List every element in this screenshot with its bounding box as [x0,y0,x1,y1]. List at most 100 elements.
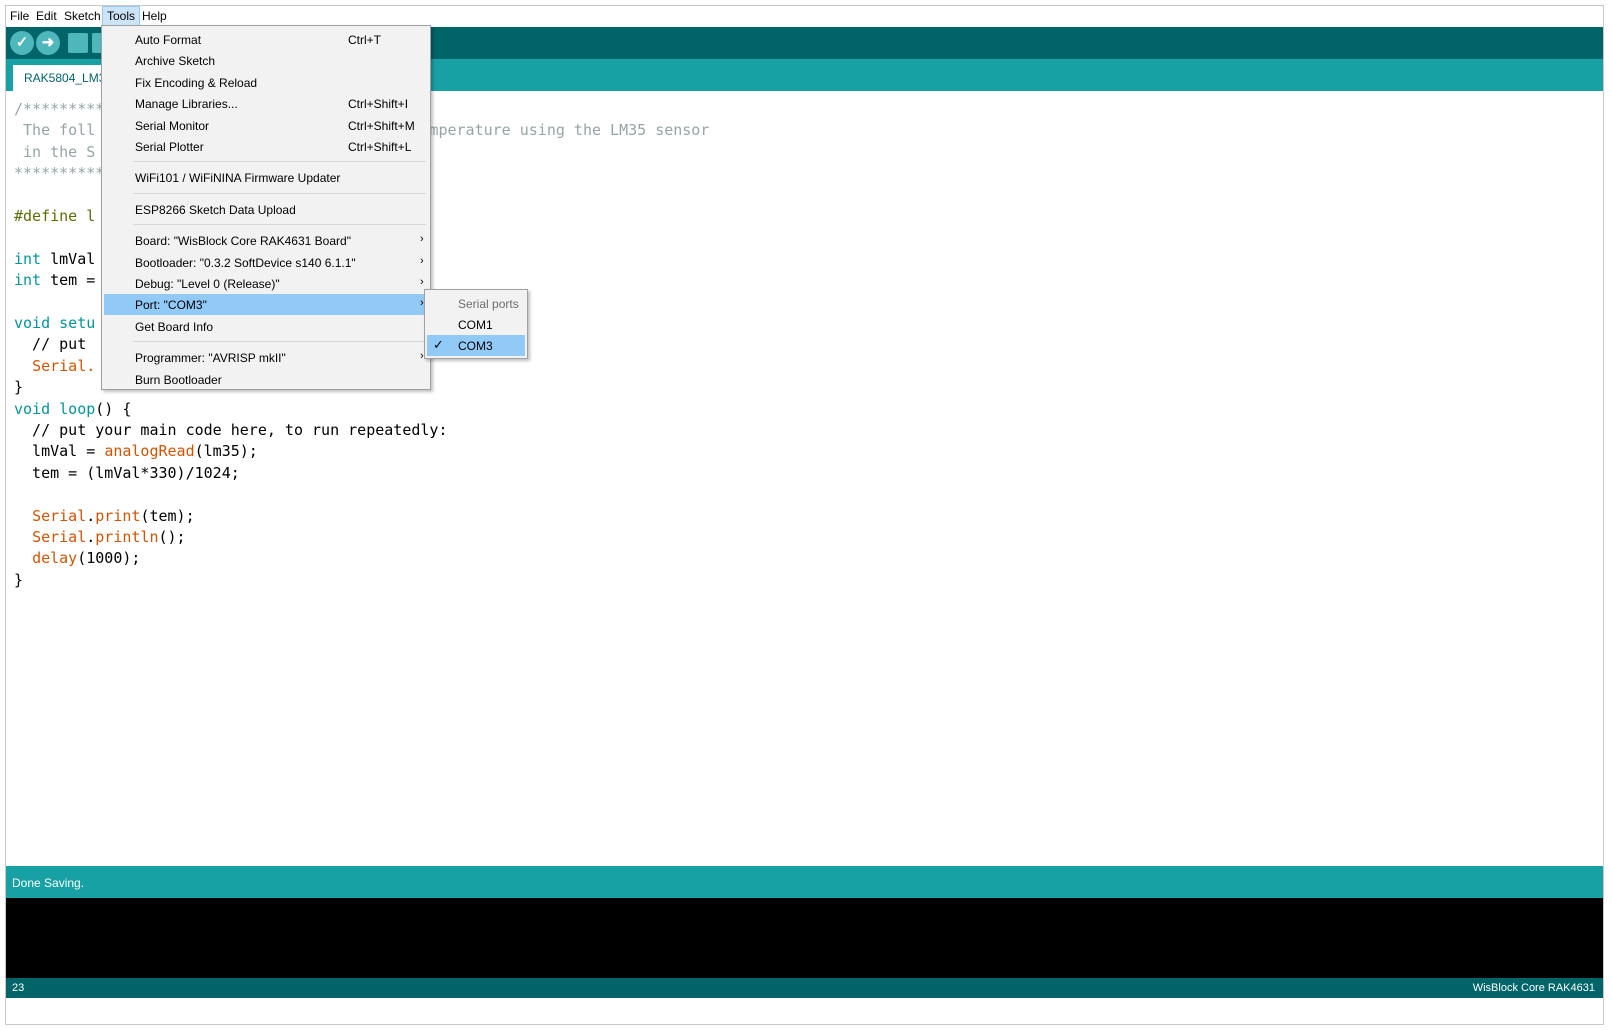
menu-sketch[interactable]: Sketch [60,6,105,26]
line-number: 23 [12,982,25,994]
code-line: /********** [14,99,113,120]
code-token: print [95,506,141,525]
code-line: Serial.print(tem); [14,506,195,527]
verify-icon[interactable]: ✓ [10,31,34,55]
tools-menu-item[interactable]: Archive Sketch [104,50,428,71]
menu-separator [133,161,426,163]
code-token: lmVal [41,249,96,268]
code-token: analogRead [104,442,195,461]
code-token: setu [59,314,96,332]
code-token: // put your main code here, to run repea… [14,421,448,439]
port-item-label: COM3 [458,339,493,353]
status-bar: Done Saving. [6,866,1603,898]
code-token: Serial [32,506,87,525]
menu-separator [133,341,426,343]
code-line: // put your main code here, to run repea… [14,420,447,441]
menu-tools[interactable]: Tools [102,6,141,26]
code-token: in the S [14,142,96,161]
menu-separator [133,192,426,194]
menu-item-label: Port: "COM3" [135,298,207,313]
port-item-com3[interactable]: ✓ COM3 [427,335,525,356]
code-token: t temperature using the LM35 sensor [393,121,710,140]
board-name: WisBlock Core RAK4631 [1472,982,1595,994]
menu-item-label: WiFi101 / WiFiNINA Firmware Updater [135,171,341,186]
menu-item-shortcut: Ctrl+Shift+L [348,140,412,154]
chevron-right-icon: › [420,254,424,267]
port-submenu: Serial ports COM1 ✓ COM3 [424,289,528,359]
tools-menu-item[interactable]: Burn Bootloader [104,369,428,390]
menu-help[interactable]: Help [138,6,171,26]
editor-scrollbar[interactable] [1576,91,1603,864]
menu-item-label: Fix Encoding & Reload [135,75,258,90]
menu-item-shortcut: Ctrl+T [348,33,381,47]
tools-menu-item[interactable]: Fix Encoding & Reload [104,72,428,93]
console-output[interactable] [6,898,1603,978]
menu-item-label: Manage Libraries... [135,97,238,112]
code-token: (); [158,528,186,546]
status-message: Done Saving. [12,876,85,890]
tools-menu-dropdown: Auto Format Ctrl+T Archive Sketch Fix Encod… [101,25,431,390]
code-token: void [14,399,51,418]
menu-item-label: ESP8266 Sketch Data Upload [135,202,296,217]
tools-menu-item[interactable]: Port: "COM3" › [104,294,428,316]
code-token: println [95,528,159,546]
menu-item-label: Debug: "Level 0 (Release)" [135,277,280,291]
port-item-com1[interactable]: COM1 [427,314,525,335]
code-token: // put [14,335,87,354]
menu-item-label: Serial Plotter [135,140,204,154]
code-token: Serial. [32,356,96,375]
code-line: } [14,570,23,591]
menu-item-label: Burn Bootloader [135,372,222,387]
tools-menu-item[interactable]: Auto Format Ctrl+T [104,29,428,50]
code-line: tem = (lmVal*330)/1024; [14,463,240,484]
code-token: (lm35); [194,442,258,461]
code-token: (1000); [77,549,141,568]
code-token: } [14,570,24,589]
code-token: #define l [14,207,96,225]
code-line: void loop() { [14,399,131,420]
tools-menu-item[interactable]: Debug: "Level 0 (Release)" › [104,273,428,294]
code-token: /********** [14,100,114,118]
menu-item-label: Board: "WisBlock Core RAK4631 Board" [135,234,351,249]
tools-menu-item[interactable]: Get Board Info [104,316,428,337]
menu-separator [133,224,426,226]
menu-item-label: Get Board Info [135,319,214,334]
menu-item-label: Bootloader: "0.3.2 SoftDevice s140 6.1.1… [135,255,356,270]
tools-menu-item[interactable]: Board: "WisBlock Core RAK4631 Board" › [104,230,428,251]
submenu-header: Serial ports [427,293,525,314]
menu-edit[interactable]: Edit [32,6,61,26]
code-line: Serial. [14,356,95,377]
tools-menu-item[interactable]: Serial Plotter Ctrl+Shift+L [104,136,428,157]
code-token: tem = (lmVal*330)/1024; [14,463,240,482]
new-sketch-icon[interactable] [68,33,88,53]
menu-item-label: Archive Sketch [135,54,216,69]
code-token: ********** [14,164,105,183]
tools-menu-item[interactable]: Manage Libraries... Ctrl+Shift+I [104,93,428,114]
menu-bar: File Edit Sketch Tools Help [6,6,1603,26]
tools-menu-item[interactable]: Bootloader: "0.3.2 SoftDevice s140 6.1.1… [104,252,428,273]
code-token: The foll [14,121,96,140]
tools-menu-item[interactable]: WiFi101 / WiFiNINA Firmware Updater [104,167,428,188]
code-token: Serial [32,528,87,546]
tools-menu-item[interactable]: Serial Monitor Ctrl+Shift+M [104,115,428,136]
code-line: ********** [14,163,104,184]
code-token: int [14,249,42,268]
tools-menu-item[interactable]: ESP8266 Sketch Data Upload [104,199,428,220]
menu-item-label: Auto Format [135,33,202,47]
code-token: lmVal = [14,442,105,461]
code-line: } [14,377,23,398]
menu-file[interactable]: File [6,6,33,26]
submenu-header-label: Serial ports [458,297,519,311]
code-line: lmVal = analogRead(lm35); [14,441,258,462]
checkmark-icon: ✓ [433,337,444,352]
code-token: . [86,506,96,525]
tools-menu-item[interactable]: Programmer: "AVRISP mkII" › [104,347,428,368]
chevron-right-icon: › [420,233,424,246]
chevron-right-icon: › [420,276,424,288]
menu-item-shortcut: Ctrl+Shift+M [348,118,415,133]
upload-icon[interactable]: ➜ [36,31,60,55]
